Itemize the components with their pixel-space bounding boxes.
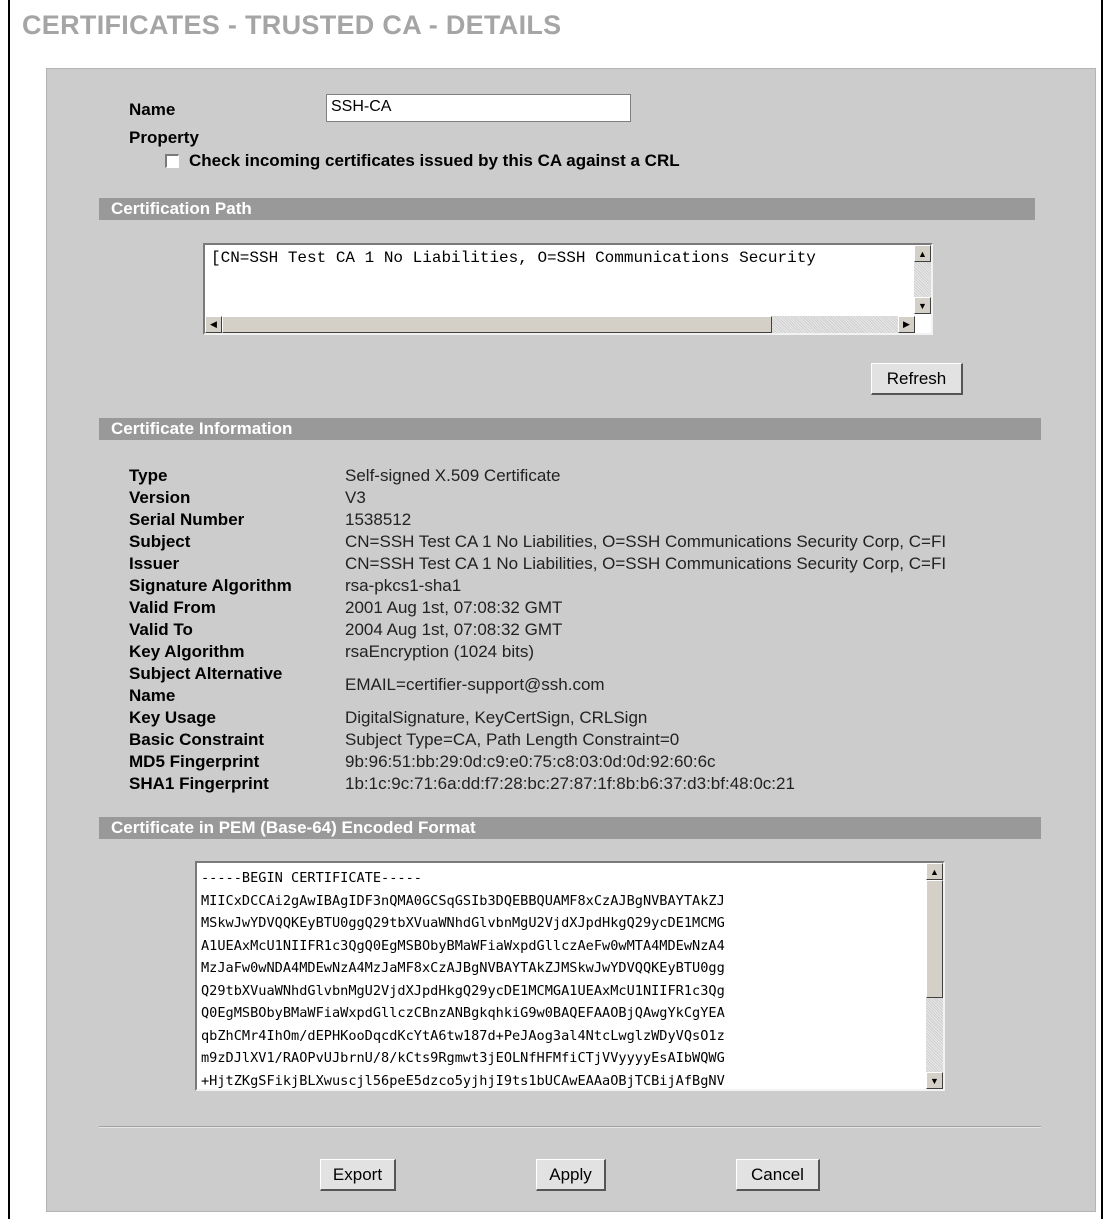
export-button[interactable]: Export (320, 1159, 396, 1191)
info-value: rsa-pkcs1-sha1 (345, 576, 462, 595)
info-row: Valid To 2004 Aug 1st, 07:08:32 GMT (129, 619, 946, 641)
pem-line: qbZhCMr4IhOm/dEPHKooDqcdKcYtA6tw187d+PeJ… (201, 1027, 725, 1044)
pem-line: -----BEGIN CERTIFICATE----- (201, 870, 422, 886)
info-value: Self-signed X.509 Certificate (345, 466, 561, 485)
info-key: Key Usage (129, 708, 216, 727)
info-row: Subject CN=SSH Test CA 1 No Liabilities, … (129, 531, 946, 553)
info-row: Serial Number 1538512 (129, 509, 946, 531)
certification-path-text: [CN=SSH Test CA 1 No Liabilities, O=SSH … (211, 249, 816, 267)
horizontal-scroll-track[interactable] (772, 316, 898, 333)
cancel-button[interactable]: Cancel (736, 1159, 820, 1191)
info-row: Type Self-signed X.509 Certificate (129, 465, 946, 487)
info-value: 2001 Aug 1st, 07:08:32 GMT (345, 598, 563, 617)
info-key: Key Algorithm (129, 642, 245, 661)
scroll-right-icon[interactable]: ▶ (898, 316, 915, 333)
info-value: EMAIL=certifier-support@ssh.com (345, 675, 605, 694)
info-key: Basic Constraint (129, 730, 265, 749)
name-label: Name (129, 100, 176, 119)
info-row: SHA1 Fingerprint 1b:1c:9c:71:6a:dd:f7:28:… (129, 773, 946, 795)
pem-line: Q29tbXVuaWNhdGlvbnMgU2VjdXJpdHkgQ29ycDE1… (201, 982, 725, 999)
vertical-scroll-track[interactable] (914, 262, 931, 297)
info-row: Issuer CN=SSH Test CA 1 No Liabilities, O… (129, 553, 946, 575)
certification-path-textarea[interactable]: [CN=SSH Test CA 1 No Liabilities, O=SSH … (203, 243, 933, 335)
pem-scroll-thumb[interactable] (926, 880, 943, 998)
horizontal-scroll-thumb[interactable] (222, 316, 772, 333)
pem-line: +HjtZKgSFikjBLXwuscjl56peE5dzco5yjhjI9ts… (201, 1072, 725, 1089)
info-key: Issuer (129, 554, 180, 573)
footer-divider (99, 1126, 1041, 1128)
info-key: Valid From (129, 598, 216, 617)
crl-check-label: Check incoming certificates issued by th… (189, 151, 680, 170)
page-title: CERTIFICATES - TRUSTED CA - DETAILS (22, 10, 562, 40)
pem-line: Q0EgMSBObyBMaWFiaWxpdGllczCBnzANBgkqhkiG… (201, 1005, 725, 1021)
info-row: Basic Constraint Subject Type=CA, Path Le… (129, 729, 946, 751)
pem-scroll-down-icon[interactable]: ▼ (926, 1072, 943, 1089)
refresh-button[interactable]: Refresh (871, 363, 963, 395)
property-label: Property (129, 128, 199, 147)
info-row: MD5 Fingerprint 9b:96:51:bb:29:0d:c9:e0:7… (129, 751, 946, 773)
info-value: DigitalSignature, KeyCertSign, CRLSign (345, 708, 648, 727)
info-value: CN=SSH Test CA 1 No Liabilities, O=SSH C… (345, 532, 947, 551)
info-row: Valid From 2001 Aug 1st, 07:08:32 GMT (129, 597, 946, 619)
pem-line: A1UEAxMcU1NIIFR1c3QgQ0EgMSBObyBMaWFiaWxp… (201, 937, 725, 954)
pem-line: MIICxDCCAi2gAwIBAgIDF3nQMA0GCSqGSIb3DQEB… (201, 892, 725, 909)
info-key: Valid To (129, 620, 193, 639)
info-row: Version V3 (129, 487, 946, 509)
crl-checkbox[interactable] (165, 154, 179, 168)
info-value: V3 (345, 488, 366, 507)
pem-textarea[interactable]: -----BEGIN CERTIFICATE----- MIICxDCCAi2gA… (195, 861, 945, 1091)
pem-line: MzJaFw0wNDA4MDEwNzA4MzJaMF8xCzAJBgNVBAYT… (201, 960, 725, 976)
scroll-up-icon[interactable]: ▲ (914, 245, 931, 262)
info-value: 2004 Aug 1st, 07:08:32 GMT (345, 620, 563, 639)
info-value: rsaEncryption (1024 bits) (345, 642, 534, 661)
info-key: Type (129, 466, 168, 485)
info-row: Subject Alternative Name EMAIL=certifier-… (129, 663, 946, 707)
scroll-left-icon[interactable]: ◀ (205, 316, 222, 333)
pem-line: MSkwJwYDVQQKEyBTU0ggQ29tbXVuaWNhdGlvbnMg… (201, 915, 725, 931)
info-value: Subject Type=CA, Path Length Constraint=… (345, 730, 680, 749)
section-header-certificate-information: Certificate Information (99, 418, 1041, 440)
info-row: Key Algorithm rsaEncryption (1024 bits) (129, 641, 946, 663)
info-key: Signature Algorithm (129, 576, 292, 595)
pem-scroll-track[interactable] (926, 998, 943, 1072)
info-key: Serial Number (129, 510, 245, 529)
details-panel: Name SSH-CA Property Check incoming cert… (46, 68, 1096, 1212)
section-header-certification-path: Certification Path (99, 198, 1035, 220)
pem-text: -----BEGIN CERTIFICATE----- MIICxDCCAi2gA… (201, 867, 725, 1089)
info-value: CN=SSH Test CA 1 No Liabilities, O=SSH C… (345, 554, 947, 573)
info-value: 1b:1c:9c:71:6a:dd:f7:28:bc:27:87:1f:8b:b… (345, 774, 795, 793)
info-row: Signature Algorithm rsa-pkcs1-sha1 (129, 575, 946, 597)
crl-check-row: Check incoming certificates issued by th… (165, 151, 680, 171)
info-value: 9b:96:51:bb:29:0d:c9:e0:75:c8:03:0d:0d:9… (345, 752, 716, 771)
apply-button[interactable]: Apply (536, 1159, 606, 1191)
info-key: MD5 Fingerprint (129, 752, 260, 771)
name-input[interactable]: SSH-CA (326, 94, 631, 122)
info-key: Version (129, 488, 191, 507)
scroll-down-icon[interactable]: ▼ (914, 297, 931, 314)
certificate-info-list: Type Self-signed X.509 Certificate Version… (129, 465, 946, 795)
info-key: Subject (129, 532, 191, 551)
section-header-pem: Certificate in PEM (Base-64) Encoded For… (99, 817, 1041, 839)
pem-scroll-up-icon[interactable]: ▲ (926, 863, 943, 880)
info-key: Subject Alternative Name (129, 664, 283, 705)
info-row: Key Usage DigitalSignature, KeyCertSign, … (129, 707, 946, 729)
pem-line: m9zDJlXV1/RAOPvUJbrnU/8/kCts9Rgmwt3jEOLN… (201, 1050, 725, 1066)
info-key: SHA1 Fingerprint (129, 774, 269, 793)
info-value: 1538512 (345, 510, 412, 529)
